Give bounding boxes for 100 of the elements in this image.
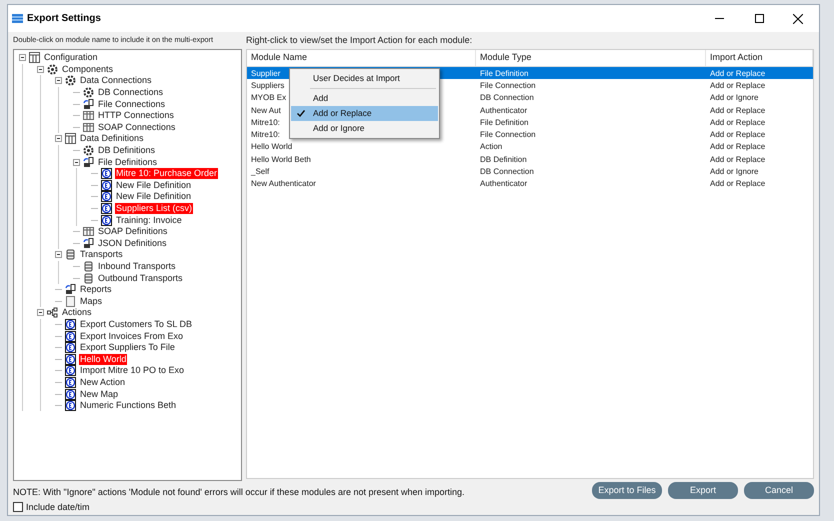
table-cell: Add or Replace: [710, 104, 766, 116]
module-icon: [101, 191, 112, 202]
flow-icon: [47, 307, 58, 318]
module-icon: [101, 180, 112, 191]
tree-item[interactable]: File Definitions: [97, 156, 158, 168]
tree-item[interactable]: New Map: [79, 388, 120, 400]
tree-item[interactable]: File Connections: [97, 98, 166, 110]
table-icon: [65, 133, 76, 144]
tree-item[interactable]: New File Definition: [115, 191, 192, 202]
table-cell: Suppliers: [251, 80, 284, 91]
dialog-button[interactable]: Export: [668, 482, 738, 499]
module-icon: [65, 318, 76, 330]
collapse-toggle[interactable]: [73, 158, 80, 166]
table-cell: Add or Ignore: [710, 92, 758, 104]
module-icon: [101, 168, 112, 180]
table-cell: Add or Replace: [710, 116, 766, 128]
note-text: NOTE: With "Ignore" actions 'Module not found' errors will occur if these modules are not present when importing.: [13, 486, 465, 499]
tree-item[interactable]: Export Invoices From Exo: [79, 330, 184, 342]
checkbox[interactable]: [13, 502, 23, 512]
computer-icon: [83, 98, 94, 110]
tree-item[interactable]: DB Connections: [97, 87, 164, 98]
tree-item[interactable]: Export Suppliers To File: [79, 342, 176, 354]
computer-icon: [83, 156, 94, 168]
table-cell: MYOB Ex: [251, 92, 286, 104]
tree-item[interactable]: New File Definition: [115, 180, 192, 191]
database-icon: [83, 272, 94, 284]
grid-icon: [83, 110, 94, 122]
collapse-toggle[interactable]: [55, 251, 62, 258]
table-cell: Add or Replace: [710, 68, 766, 79]
page-icon: [65, 296, 76, 307]
dialog-button[interactable]: Export to Files: [592, 482, 662, 499]
table-cell: Add or Replace: [710, 178, 766, 190]
tree-item[interactable]: Mitre 10: Purchase Order: [115, 168, 218, 180]
tree-item[interactable]: SOAP Connections: [97, 122, 176, 133]
close-icon[interactable]: [793, 14, 803, 24]
table-cell: Action: [480, 141, 502, 152]
module-icon: [65, 342, 76, 354]
tree-item[interactable]: Components: [61, 64, 114, 75]
grid-icon: [83, 122, 94, 133]
dialog-button[interactable]: Cancel: [744, 482, 814, 499]
column-header[interactable]: Module Name: [247, 50, 476, 66]
tree-item[interactable]: Data Definitions: [79, 133, 145, 144]
instruction-text: Right-click to view/set the Import Action for each module:: [246, 35, 472, 45]
collapse-toggle[interactable]: [37, 309, 44, 316]
tree-item[interactable]: Data Connections: [79, 75, 153, 86]
gear-icon: [65, 75, 76, 86]
module-icon: [65, 365, 76, 376]
table-cell: Add or Replace: [710, 129, 766, 140]
tree-item[interactable]: Outbound Transports: [97, 272, 184, 284]
collapse-toggle[interactable]: [37, 66, 44, 73]
gear-icon: [47, 64, 58, 75]
menu-item[interactable]: Add or Ignore: [291, 121, 438, 136]
table-cell: DB Connection: [480, 166, 534, 178]
table-cell: Add or Replace: [710, 154, 766, 165]
gear-icon: [83, 145, 94, 156]
tree-item[interactable]: SOAP Definitions: [97, 226, 168, 238]
collapse-toggle[interactable]: [19, 54, 26, 62]
table-cell: New Authenticator: [251, 178, 316, 190]
table-cell: Authenticator: [480, 178, 528, 190]
module-icon: [101, 203, 112, 214]
tree-item[interactable]: Export Customers To SL DB: [79, 318, 194, 330]
table-cell: DB Connection: [480, 92, 534, 104]
table-cell: New Aut: [251, 104, 281, 116]
tree-item[interactable]: Inbound Transports: [97, 260, 177, 272]
tree-item[interactable]: DB Definitions: [97, 145, 156, 156]
tree-item[interactable]: Import Mitre 10 PO to Exo: [79, 365, 186, 376]
tree-item[interactable]: Maps: [79, 296, 104, 307]
check-icon: [297, 110, 305, 117]
database-icon: [65, 249, 76, 260]
tree-item[interactable]: Suppliers List (csv): [115, 203, 194, 214]
tree-item[interactable]: Transports: [79, 249, 124, 260]
table-cell: Authenticator: [480, 104, 528, 116]
menu-item[interactable]: Add: [291, 91, 438, 106]
module-icon: [65, 388, 76, 400]
tree-item[interactable]: Training: Invoice: [115, 214, 183, 226]
menu-item[interactable]: Add or Replace: [291, 106, 438, 121]
column-header[interactable]: Import Action: [706, 50, 813, 66]
gear-icon: [83, 87, 94, 98]
database-icon: [83, 260, 94, 272]
tree-item[interactable]: JSON Definitions: [97, 238, 168, 249]
module-icon: [65, 354, 76, 365]
module-icon: [65, 400, 76, 412]
tree-item[interactable]: HTTP Connections: [97, 110, 175, 122]
computer-icon: [65, 284, 76, 296]
grid-icon: [83, 226, 94, 238]
table-cell: File Definition: [480, 68, 528, 79]
tree-item[interactable]: Numeric Functions Beth: [79, 400, 178, 412]
tree-item[interactable]: Configuration: [43, 52, 99, 64]
tree-item[interactable]: New Action: [79, 376, 126, 388]
app-icon: [12, 14, 23, 23]
computer-icon: [83, 238, 94, 249]
tree-item[interactable]: Reports: [79, 284, 113, 296]
table-cell: File Definition: [480, 116, 528, 128]
tree-item[interactable]: Hello World: [79, 354, 128, 365]
window-title: Export Settings: [27, 12, 101, 26]
column-header[interactable]: Module Type: [476, 50, 706, 66]
collapse-toggle[interactable]: [55, 77, 62, 84]
tree-item[interactable]: Actions: [61, 307, 93, 318]
table-cell: Supplier: [251, 68, 280, 79]
collapse-toggle[interactable]: [55, 135, 62, 142]
